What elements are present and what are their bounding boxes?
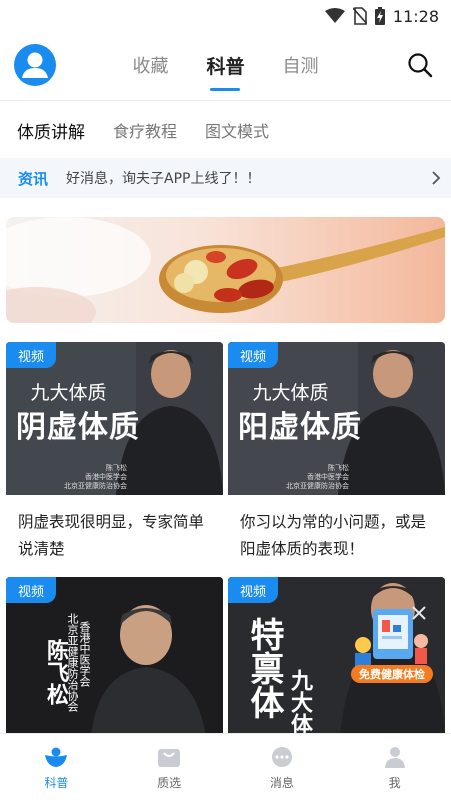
person-icon [384,747,405,768]
thumbnail-title-line2: 阴虚体质 [16,410,140,445]
user-icon [22,52,48,78]
video-card[interactable]: 视频 九大体质 阳虚体质 陈飞松 香港中医学会 北京亚健康防治协会 你习以为常的… [228,342,445,575]
subtab-constitution[interactable]: 体质讲解 [17,118,85,143]
search-icon [408,53,433,78]
spoon-food-image [6,217,445,323]
wifi-icon [324,8,345,24]
video-thumbnail: 视频 九大体质 阳虚体质 陈飞松 香港中医学会 北京亚健康防治协会 [228,342,445,495]
tab-science[interactable]: 科普 [206,46,244,85]
chevron-right-icon [421,170,451,186]
status-bar: 11:28 [0,0,451,32]
sub-tabs: 体质讲解 食疗教程 图文模式 [17,112,269,148]
tab-self-test[interactable]: 自测 [283,46,319,84]
status-time: 11:28 [392,6,439,26]
header-divider [0,100,451,101]
video-tag: 视频 [228,342,279,368]
nav-label: 我 [388,776,401,790]
card-title: 阴虚表现很明显，专家简单说清楚 [18,513,205,558]
shopping-bag-icon [158,749,181,767]
no-sim-icon [352,7,367,25]
tab-favorites[interactable]: 收藏 [132,46,168,84]
thumbnail-title-line2: 阳虚体质 [238,410,362,445]
subtab-article-mode[interactable]: 图文模式 [205,118,269,142]
video-tag: 视频 [228,577,279,603]
video-thumbnail: 视频 陈飞松 香港中医学会 北京亚健康防治协会 [6,577,223,737]
card-title: 你习以为常的小问题，或是阳虚体质的表现！ [240,513,427,558]
caption-org: 香港中医学会 [85,473,127,481]
app-header: 收藏 科普 自测 [0,32,451,98]
search-button[interactable] [407,52,433,78]
caption-org: 北京亚健康防治协会 [64,482,127,490]
promo-banner[interactable] [6,217,445,323]
notice-tag: 资讯 [18,169,49,188]
news-notice[interactable]: 资讯 好消息，询夫子APP上线了！！ [0,158,451,198]
nav-selection[interactable]: 质选 [113,734,226,803]
science-icon [45,747,68,767]
caption-org: 北京亚健康防治协会 [286,482,349,490]
caption-name: 陈飞松 [106,464,127,472]
top-tabs: 收藏 科普 自测 [0,32,451,98]
nav-label: 质选 [157,776,182,790]
nav-messages[interactable]: 消息 [226,734,339,803]
thumbnail-title-line1: 九大体质 [252,382,329,404]
nav-label: 消息 [269,776,294,790]
health-check-label: 免费健康体检 [351,665,433,683]
video-tag: 视频 [6,342,57,368]
close-icon [412,606,426,620]
subtab-diet-therapy[interactable]: 食疗教程 [113,118,177,142]
close-button[interactable] [410,604,428,622]
thumbnail-caption: 陈飞松 香港中医学会 北京亚健康防治协会 [228,464,353,491]
nav-me[interactable]: 我 [338,734,451,803]
notice-text: 好消息，询夫子APP上线了！！ [66,171,261,187]
thumbnail-subtitle-vertical: 九大体 [287,669,313,735]
thumbnail-title-line1: 九大体质 [30,382,107,404]
message-icon [271,747,292,767]
video-thumbnail: 视频 九大体质 阴虚体质 陈飞松 香港中医学会 北京亚健康防治协会 [6,342,223,495]
caption-org: 香港中医学会 [307,473,349,481]
nav-label: 科普 [44,776,69,790]
thumbnail-org: 北京亚健康防治协会 [66,613,79,712]
bottom-nav: 科普 质选 消息 我 [0,733,451,803]
video-card[interactable]: 视频 九大体质 阴虚体质 陈飞松 香港中医学会 北京亚健康防治协会 阴虚表现很明… [6,342,223,575]
caption-name: 陈飞松 [328,464,349,472]
video-tag: 视频 [6,577,57,603]
battery-charging-icon [374,7,385,25]
avatar[interactable] [14,44,56,86]
thumbnail-caption: 陈飞松 香港中医学会 北京亚健康防治协会 [6,464,131,491]
thumbnail-title-vertical: 特禀体 [244,617,284,719]
video-card[interactable]: 视频 陈飞松 香港中医学会 北京亚健康防治协会 [6,577,223,737]
nav-science[interactable]: 科普 [0,734,113,803]
